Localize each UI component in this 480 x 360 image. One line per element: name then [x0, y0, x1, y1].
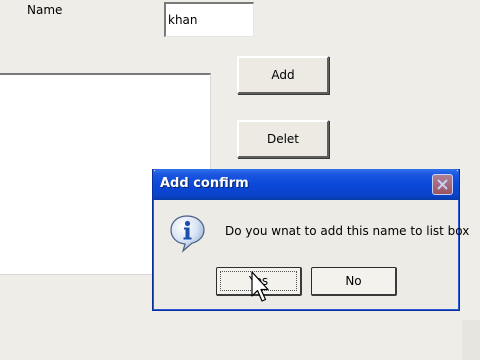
- name-label: Name: [27, 3, 63, 17]
- info-icon: [170, 215, 205, 253]
- dialog-title: Add confirm: [160, 176, 249, 191]
- add-button[interactable]: Add: [237, 56, 329, 94]
- focus-ring: [220, 271, 297, 291]
- close-button[interactable]: [432, 174, 453, 195]
- close-icon: [437, 179, 448, 190]
- dialog-titlebar[interactable]: Add confirm: [153, 169, 459, 200]
- delete-button[interactable]: Delet: [237, 120, 329, 158]
- dialog-message: Do you wnat to add this name to list box: [225, 224, 470, 238]
- no-button[interactable]: No: [311, 267, 397, 296]
- add-confirm-dialog: Add confirm Do you wnat to add this name…: [152, 169, 469, 311]
- yes-button[interactable]: Yes: [216, 267, 302, 296]
- background-panel: [462, 320, 480, 360]
- no-button-label: No: [345, 274, 362, 288]
- name-input[interactable]: [164, 2, 254, 37]
